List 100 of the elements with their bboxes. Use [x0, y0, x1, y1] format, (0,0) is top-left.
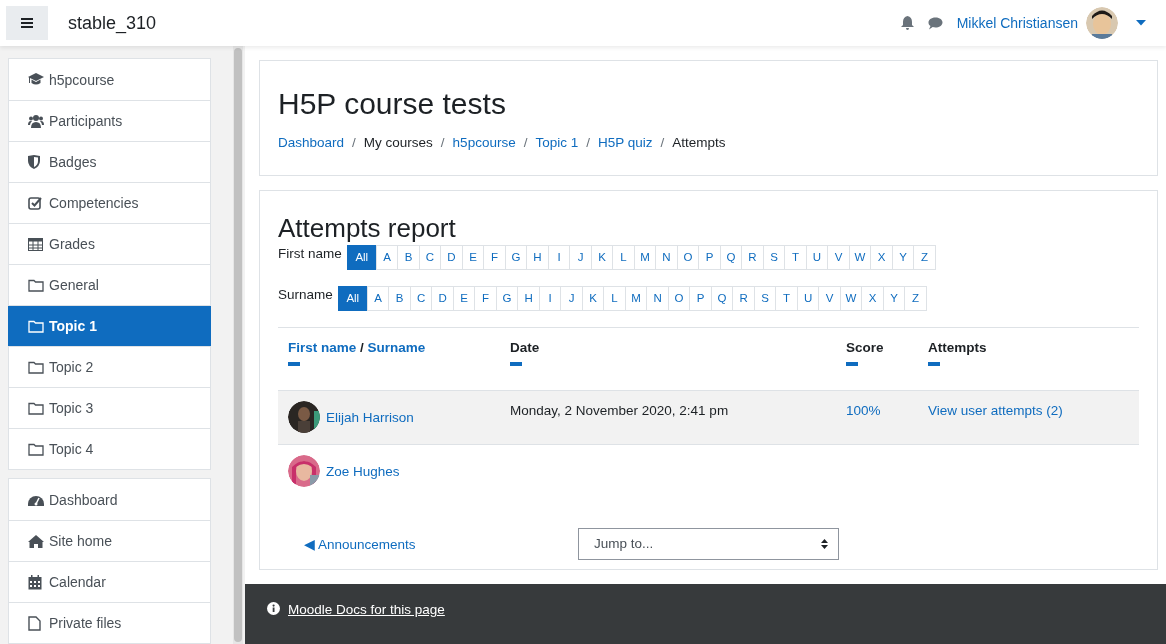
- breadcrumb-text: Attempts: [672, 135, 726, 150]
- sort-link[interactable]: First name: [288, 340, 357, 355]
- letter-filter[interactable]: S: [762, 245, 786, 270]
- letter-filter[interactable]: R: [741, 245, 764, 270]
- letter-filter[interactable]: V: [827, 245, 850, 270]
- collapse-icon[interactable]: [928, 362, 940, 366]
- collapse-icon[interactable]: [288, 362, 300, 366]
- bell-icon[interactable]: [900, 16, 914, 30]
- sidebar-item[interactable]: Calendar: [9, 561, 210, 602]
- score-link[interactable]: 100%: [846, 403, 881, 418]
- letter-filter[interactable]: K: [590, 245, 614, 270]
- breadcrumb-separator: /: [440, 135, 445, 150]
- docs-link[interactable]: Moodle Docs for this page: [288, 602, 445, 618]
- site-name[interactable]: stable_310: [68, 12, 157, 34]
- sort-link[interactable]: Surname: [367, 340, 426, 355]
- letter-filter[interactable]: W: [848, 245, 872, 270]
- letter-filter[interactable]: E: [452, 286, 476, 311]
- letter-filter[interactable]: Q: [719, 245, 743, 270]
- letter-filter[interactable]: N: [655, 245, 678, 270]
- letter-filter[interactable]: H: [517, 286, 540, 311]
- jump-select[interactable]: Jump to...: [578, 528, 839, 560]
- letter-filter[interactable]: Z: [913, 245, 936, 270]
- letter-filter[interactable]: W: [839, 286, 863, 311]
- letter-filter[interactable]: X: [861, 286, 884, 311]
- letter-filter[interactable]: R: [732, 286, 755, 311]
- letter-filter[interactable]: E: [461, 245, 485, 270]
- chat-icon[interactable]: [927, 16, 943, 30]
- letter-filter[interactable]: G: [495, 286, 519, 311]
- sidebar-item[interactable]: Private files: [9, 602, 210, 643]
- letter-filter[interactable]: P: [689, 286, 712, 311]
- letter-filter[interactable]: G: [504, 245, 528, 270]
- letter-filter[interactable]: Y: [891, 245, 915, 270]
- letter-filter[interactable]: I: [547, 245, 571, 270]
- letter-filter[interactable]: C: [418, 245, 442, 270]
- sidebar-item[interactable]: Topic 1: [8, 305, 211, 346]
- sidebar-item[interactable]: Participants: [9, 100, 210, 141]
- sidebar-item[interactable]: h5pcourse: [9, 59, 210, 100]
- breadcrumb-link[interactable]: H5P quiz: [597, 135, 653, 150]
- letter-filter[interactable]: O: [676, 245, 700, 270]
- sidebar-item[interactable]: Topic 2: [9, 346, 210, 387]
- letter-filter[interactable]: B: [397, 245, 420, 270]
- letter-filter[interactable]: Z: [904, 286, 927, 311]
- sidebar-item[interactable]: Badges: [9, 141, 210, 182]
- user-link[interactable]: Zoe Hughes: [326, 464, 400, 479]
- letter-filter[interactable]: Y: [882, 286, 906, 311]
- menu-button[interactable]: [6, 6, 48, 40]
- breadcrumb-link[interactable]: Topic 1: [535, 135, 579, 150]
- collapse-icon[interactable]: [510, 362, 522, 366]
- letter-filter[interactable]: M: [624, 286, 648, 311]
- letter-filter[interactable]: S: [753, 286, 777, 311]
- letter-filter[interactable]: L: [612, 245, 635, 270]
- letter-filter[interactable]: T: [775, 286, 798, 311]
- sidebar-item[interactable]: Topic 3: [9, 387, 210, 428]
- sidebar-item[interactable]: Dashboard: [9, 479, 210, 520]
- letter-filter[interactable]: U: [805, 245, 829, 270]
- letter-filter[interactable]: B: [388, 286, 411, 311]
- letter-filter[interactable]: X: [870, 245, 893, 270]
- previous-activity-link[interactable]: ◀ Announcements: [304, 536, 578, 552]
- table-row[interactable]: Zoe Hughes: [278, 445, 1139, 498]
- breadcrumb-separator: /: [586, 135, 590, 150]
- letter-filter[interactable]: J: [569, 245, 592, 270]
- breadcrumb-link[interactable]: Dashboard: [278, 135, 345, 150]
- letter-filter[interactable]: I: [538, 286, 562, 311]
- letter-filter[interactable]: L: [603, 286, 626, 311]
- letter-filter[interactable]: F: [474, 286, 497, 311]
- calendar-icon: [28, 574, 42, 590]
- letter-filter[interactable]: O: [667, 286, 691, 311]
- collapse-icon[interactable]: [846, 362, 858, 366]
- letter-filter[interactable]: T: [784, 245, 807, 270]
- letter-filter[interactable]: Q: [710, 286, 734, 311]
- sidebar-item[interactable]: Grades: [9, 223, 210, 264]
- letter-filter[interactable]: F: [483, 245, 506, 270]
- user-link[interactable]: Elijah Harrison: [326, 410, 414, 425]
- breadcrumb-link[interactable]: h5pcourse: [452, 135, 516, 150]
- letter-filter[interactable]: U: [796, 286, 820, 311]
- letter-filter[interactable]: A: [375, 245, 399, 270]
- letter-filter[interactable]: M: [633, 245, 657, 270]
- menu-icon: [21, 18, 33, 28]
- sidebar-item[interactable]: Competencies: [9, 182, 210, 223]
- user-name[interactable]: Mikkel Christiansen: [956, 15, 1078, 31]
- letter-filter[interactable]: All: [346, 245, 377, 270]
- attempts-link[interactable]: View user attempts (2): [928, 403, 1063, 418]
- letter-filter[interactable]: All: [337, 286, 368, 311]
- letter-filter[interactable]: D: [431, 286, 454, 311]
- letter-filter[interactable]: H: [526, 245, 549, 270]
- letter-filter[interactable]: V: [818, 286, 841, 311]
- table-row[interactable]: Elijah Harrison Monday, 2 November 2020, 2:41 pm 100% View user attempts (2): [278, 391, 1139, 445]
- letter-filter[interactable]: P: [698, 245, 721, 270]
- breadcrumb-separator: /: [660, 135, 665, 150]
- letter-filter[interactable]: K: [581, 286, 605, 311]
- folder-icon: [28, 401, 44, 415]
- letter-filter[interactable]: J: [560, 286, 583, 311]
- letter-filter[interactable]: N: [646, 286, 669, 311]
- sidebar-item[interactable]: Site home: [9, 520, 210, 561]
- letter-filter[interactable]: A: [366, 286, 390, 311]
- letter-filter[interactable]: C: [409, 286, 433, 311]
- sidebar-item[interactable]: Topic 4: [9, 428, 210, 469]
- scrollbar[interactable]: [234, 48, 242, 642]
- letter-filter[interactable]: D: [440, 245, 463, 270]
- caret-icon[interactable]: [1136, 20, 1146, 26]
